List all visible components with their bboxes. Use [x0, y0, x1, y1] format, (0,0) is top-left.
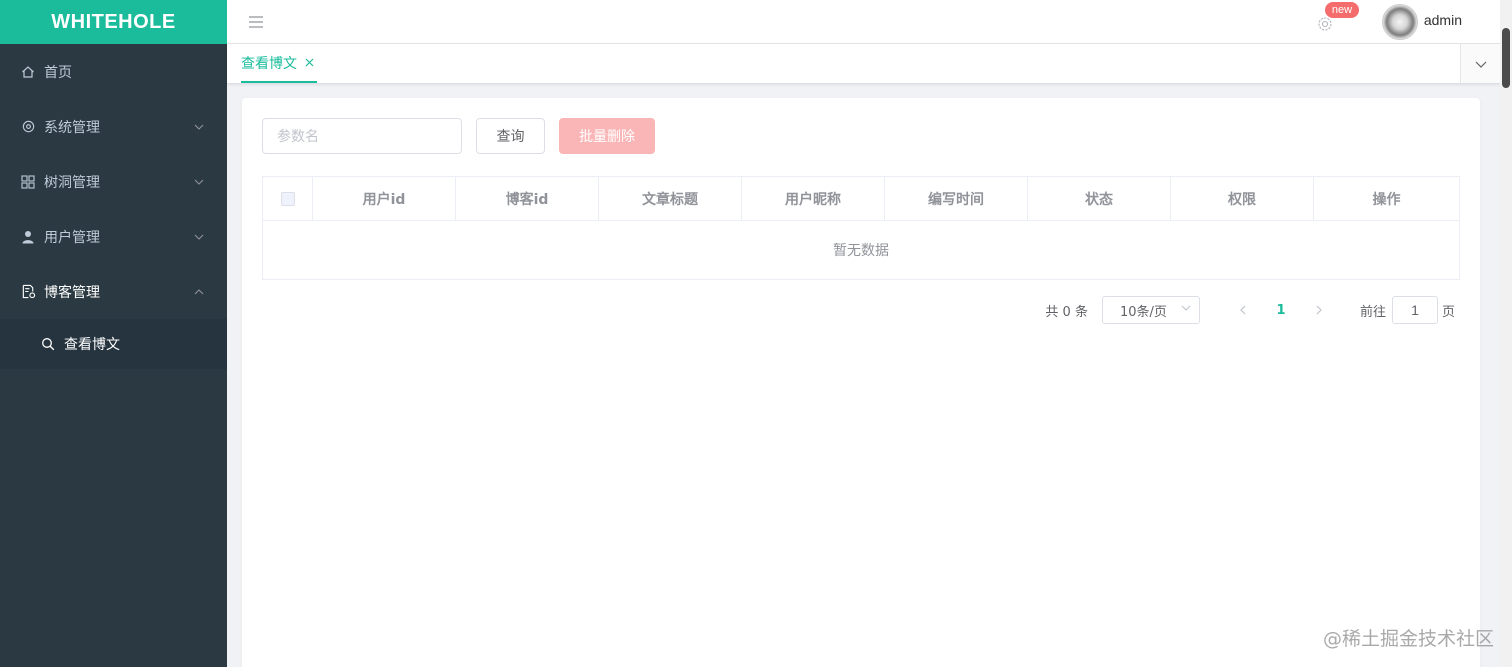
- column-header: 操作: [1372, 191, 1401, 208]
- table-header: 用户id 博客id 文章标题 用户昵称 编写时间 状态 权限 操作: [263, 177, 1459, 221]
- new-badge: new: [1323, 0, 1361, 19]
- page-scrollbar[interactable]: [1500, 0, 1512, 667]
- home-icon: [20, 64, 36, 80]
- tab-bar: 查看博文: [227, 44, 1500, 84]
- sidebar-item-label: 博客管理: [44, 284, 100, 301]
- chevron-down-icon: [193, 231, 205, 243]
- column-header: 权限: [1171, 177, 1314, 220]
- document-icon: [20, 284, 36, 300]
- search-icon: [40, 336, 56, 352]
- sidebar-item-users[interactable]: 用户管理: [0, 209, 227, 264]
- pagination: 共 0 条 10条/页 1 前往 页: [1045, 296, 1455, 324]
- page-size-select[interactable]: 10条/页: [1101, 296, 1200, 324]
- watermark: @稀土掘金技术社区: [1322, 628, 1494, 650]
- avatar[interactable]: [1381, 3, 1418, 40]
- table-empty-text: 暂无数据: [833, 243, 889, 259]
- sidebar-item-home[interactable]: 首页: [0, 44, 227, 99]
- sidebar-item-label: 查看博文: [64, 337, 120, 353]
- sidebar-item-label: 树洞管理: [44, 174, 100, 191]
- sidebar-item-label: 系统管理: [44, 119, 100, 136]
- grid-icon: [20, 174, 36, 190]
- tab-view-posts[interactable]: 查看博文: [241, 44, 317, 83]
- sidebar-item-view-posts[interactable]: 查看博文: [0, 319, 227, 369]
- select-all-checkbox[interactable]: [280, 191, 295, 206]
- column-header: 状态: [1028, 177, 1171, 220]
- scrollbar-thumb[interactable]: [1502, 28, 1510, 88]
- username[interactable]: admin: [1424, 12, 1462, 28]
- chevron-down-icon: [193, 121, 205, 133]
- column-header: 文章标题: [599, 177, 742, 220]
- gear-icon: [1316, 16, 1334, 37]
- sidebar-item-system[interactable]: 系统管理: [0, 99, 227, 154]
- app-logo: WHITEHOLE: [0, 0, 227, 44]
- param-name-input[interactable]: [262, 118, 462, 154]
- next-page-button[interactable]: [1305, 296, 1333, 324]
- column-header: 博客id: [456, 177, 599, 220]
- goto-label: 前往: [1359, 304, 1386, 320]
- page-size-value: 10条/页: [1119, 304, 1167, 320]
- batch-delete-button[interactable]: 批量删除: [559, 118, 655, 154]
- sidebar-item-label: 用户管理: [44, 229, 100, 246]
- goto-suffix: 页: [1441, 304, 1455, 320]
- column-header: 用户昵称: [742, 177, 885, 220]
- goto-page-input[interactable]: [1391, 296, 1438, 324]
- prev-page-button[interactable]: [1229, 296, 1257, 324]
- select-all-cell: [263, 177, 313, 220]
- sidebar-item-treehole[interactable]: 树洞管理: [0, 154, 227, 209]
- page-number-current[interactable]: 1: [1267, 296, 1295, 324]
- posts-table: 用户id 博客id 文章标题 用户昵称 编写时间 状态 权限 操作 暂无数据: [262, 176, 1460, 280]
- pagination-total: 共 0 条: [1045, 304, 1088, 320]
- chevron-up-icon: [193, 286, 205, 298]
- chevron-down-icon: [1181, 305, 1191, 315]
- menu-toggle-icon[interactable]: [247, 13, 265, 31]
- sidebar-item-label: 首页: [44, 64, 72, 81]
- gear-icon: [20, 119, 36, 135]
- column-header: 编写时间: [885, 177, 1028, 220]
- close-icon[interactable]: [303, 57, 315, 69]
- query-button[interactable]: 查询: [476, 118, 545, 154]
- tabs-dropdown-button[interactable]: [1460, 44, 1500, 83]
- sidebar: WHITEHOLE 首页 系统管理 树洞管理 用户管理 博客管理 查看博文: [0, 0, 227, 667]
- sidebar-submenu-blog: 查看博文: [0, 319, 227, 369]
- chevron-down-icon: [193, 176, 205, 188]
- chevron-down-icon: [1475, 56, 1487, 72]
- user-icon: [20, 229, 36, 245]
- sidebar-item-blog[interactable]: 博客管理: [0, 264, 227, 319]
- top-header: new admin: [227, 0, 1500, 44]
- column-header: 用户id: [313, 177, 456, 220]
- settings-button[interactable]: new: [1316, 0, 1361, 33]
- content-card: 查询 批量删除 用户id 博客id 文章标题 用户昵称 编写时间 状态 权限 操…: [242, 98, 1480, 667]
- tab-label: 查看博文: [241, 55, 297, 72]
